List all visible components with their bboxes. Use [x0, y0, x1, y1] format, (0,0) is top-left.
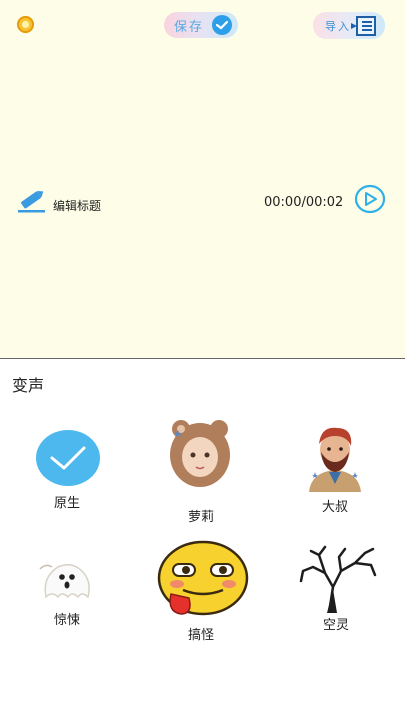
effect-ethereal[interactable]: 空灵: [295, 543, 380, 633]
save-button-label: 保存: [174, 19, 205, 35]
check-icon: [212, 15, 232, 35]
import-button[interactable]: 导入: [313, 12, 385, 39]
edit-title-label[interactable]: 编辑标题: [53, 197, 101, 214]
voice-effects-title: 变声: [12, 376, 45, 395]
coin-icon[interactable]: [17, 16, 34, 33]
uncle-avatar-icon: [303, 422, 367, 496]
import-document-icon: [350, 15, 378, 41]
save-button[interactable]: 保存: [164, 12, 238, 38]
effect-label: 原生: [54, 496, 81, 511]
ghost-icon: [38, 557, 98, 605]
effect-funny[interactable]: 搞怪: [155, 538, 250, 643]
funny-face-icon: [157, 540, 249, 622]
playback-time: 00:00/00:02: [264, 195, 344, 210]
effect-label: 惊悚: [54, 613, 81, 628]
editor-area: 保存 导入 编辑标题 00:00/00:02: [0, 0, 405, 358]
girl-avatar-icon: [167, 417, 233, 493]
import-button-label: 导入: [325, 19, 351, 33]
effect-uncle[interactable]: 大叔: [297, 420, 372, 515]
pencil-icon[interactable]: [17, 188, 47, 218]
effect-label: 萝莉: [188, 510, 215, 525]
effect-label: 空灵: [323, 618, 350, 633]
effect-loli[interactable]: 萝莉: [163, 415, 238, 525]
effect-label: 搞怪: [188, 628, 215, 643]
effect-label: 大叔: [322, 500, 349, 515]
bare-tree-icon: [299, 545, 377, 617]
effect-thriller[interactable]: 惊悚: [30, 555, 110, 630]
play-icon[interactable]: [354, 184, 386, 218]
effect-original[interactable]: 原生: [30, 425, 110, 511]
selected-check-icon: [36, 430, 100, 486]
